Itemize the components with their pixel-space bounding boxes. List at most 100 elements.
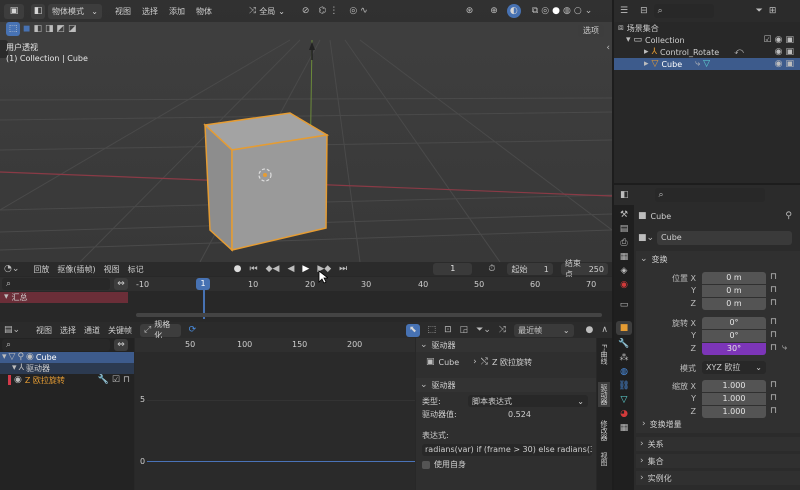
stopwatch-icon[interactable]: ⏱ [488,264,495,274]
scale-x-field[interactable]: 1.000 [702,380,766,392]
camera-icon[interactable]: ▣ [785,59,794,69]
object-tab-icon[interactable]: ■ [616,321,632,335]
render-tab-icon[interactable]: ▤ [620,225,629,234]
outliner-editor-icon[interactable]: ☰ [620,6,628,16]
driver-header[interactable]: ⌄ 驱动器 [416,378,596,392]
tab-modifiers[interactable]: 修改器 [599,420,609,441]
scale-z-field[interactable]: 1.000 [702,406,766,418]
lock-icon[interactable]: ⊓ [770,273,777,282]
new-collection-icon[interactable]: ⊞ [769,6,777,16]
camera-icon[interactable]: ▣ [785,35,794,45]
channel-row-z-rotation[interactable]: ◉ Z 欧拉旋转 🔧 ☑ ⊓ [0,374,134,386]
only-selected-icon[interactable]: ◲ [460,325,469,335]
outliner-row-cube[interactable]: ▸ ▽ Cube ⤷ ▽ ◉ ▣ [614,58,800,70]
rotation-z-field[interactable]: 30° [702,343,766,355]
location-y-field[interactable]: 0 m [702,285,766,297]
mode-dropdown[interactable]: 物体模式 ⌄ [48,3,102,19]
timeline-editor-icon[interactable]: ◔⌄ [4,264,19,274]
menu-marker[interactable]: 标记 [128,264,144,275]
select-extend-icon[interactable]: ◧ [33,24,42,34]
snap-icon[interactable]: ⌬ [318,6,326,16]
swap-icon[interactable]: ⇔ [114,278,128,290]
tab-view[interactable]: 视图 [599,452,609,466]
output-tab-icon[interactable]: ⎙ [620,239,627,248]
properties-editor-icon[interactable]: ◧ [620,190,629,200]
driven-property-header[interactable]: ⌄ 驱动器 [416,338,596,352]
wrench-icon[interactable]: 🔧 [98,375,109,385]
proportional-edit-icon[interactable]: ● [586,325,594,335]
select-intersect-icon[interactable]: ◪ [68,24,77,34]
rotation-x-field[interactable]: 0° [702,317,766,329]
outliner-row-scene[interactable]: ⧈ 场景集合 [614,22,800,34]
viewport[interactable]: ▣ ◧ 物体模式 ⌄ 视图 选择 添加 物体 ⤨ 全局 ⌄ ⊘ ⌬ ⋮ ◎ ∿ ⊛ … [0,0,612,262]
properties-search[interactable]: ⌕ [654,188,765,202]
collection-tab-icon[interactable]: ▭ [620,301,629,310]
lock-icon[interactable]: ⊓ [770,299,777,308]
display-mode-icon[interactable]: ⊟ [640,6,648,16]
recent-dropdown[interactable]: 最近帧 ⌄ [514,323,574,337]
shading-material-icon[interactable]: ◍ [563,6,571,16]
expand-icon[interactable]: ▸ [644,47,649,57]
menu-channel[interactable]: 通道 [84,325,100,336]
object-name-field[interactable]: Cube [657,231,792,245]
outliner-search[interactable]: ⌕ [653,4,714,18]
instancing-panel[interactable]: › 实例化 [636,471,800,485]
eye-icon[interactable]: ◉ [775,47,783,57]
xray-icon[interactable]: ⧉ [532,6,538,16]
rotation-y-field[interactable]: 0° [702,330,766,342]
menu-view[interactable]: 视图 [104,264,120,275]
start-frame-field[interactable]: 起始 1 [507,263,553,275]
options-dropdown[interactable]: 选项 [578,24,604,37]
lock-icon[interactable]: ⊓ [770,331,777,340]
refresh-icon[interactable]: ⟳ [189,325,197,335]
texture-tab-icon[interactable]: ▦ [620,424,629,433]
menu-select[interactable]: 选择 [142,6,158,17]
transform-header[interactable]: ⌄ 变换 [636,251,800,267]
drivers-editor-icon[interactable]: ▤⌄ [4,325,20,335]
lock-icon[interactable]: ⊓ [770,394,777,403]
collections-panel[interactable]: › 集合 [636,454,800,468]
outliner-row-control-rotate[interactable]: ▸ ⅄ Control_Rotate ⤺ ◉ ▣ [614,46,800,58]
data-tab-icon[interactable]: ▽ [621,396,628,405]
lock-icon[interactable]: ⊓ [770,407,777,416]
menu-view[interactable]: 视图 [115,6,131,17]
timeline-search[interactable]: ⌕ [2,278,110,290]
summary-row[interactable]: ▾ 汇总 [0,292,128,303]
tab-drivers[interactable]: 驱动器 [598,382,610,407]
jump-start-icon[interactable]: ⏮ [250,264,258,274]
pivot-icon[interactable]: ⊘ [302,6,310,16]
scale-y-field[interactable]: 1.000 [702,393,766,405]
box-select-icon[interactable]: ⬚ [428,325,437,335]
physics-tab-icon[interactable]: ◍ [620,368,628,377]
editor-type-icon[interactable]: ▣ [4,3,24,19]
overlay-icon[interactable]: ◐ [506,4,521,18]
timeline-scrollbar[interactable] [136,313,602,317]
current-frame-field[interactable]: 1 [433,263,473,275]
visibility-icon[interactable]: ⊛ [466,6,474,16]
lock-icon[interactable]: ⊓ [770,344,777,353]
expand-icon[interactable]: ▾ [626,35,631,45]
menu-playback[interactable]: 回放 [33,264,49,275]
view-layer-tab-icon[interactable]: ▦ [620,253,629,262]
expand-icon[interactable]: ▸ [644,59,649,69]
driver-graph[interactable]: 50 100 150 200 5 0 [135,338,415,490]
eye-icon[interactable]: ◉ [26,353,34,362]
shading-options-icon[interactable]: ⌄ [585,6,593,16]
modifier-tab-icon[interactable]: 🔧 [618,340,629,349]
tab-fcurve[interactable]: F-曲线 [599,344,609,365]
channel-row-object[interactable]: ▾ ▽ ⚲ ◉ Cube [0,352,134,363]
driver-type-dropdown[interactable]: 脚本表达式 ⌄ [468,395,588,407]
constraints-tab-icon[interactable]: ⛓ [618,382,629,391]
tool-settings-toggle-icon[interactable]: ‹ [606,44,610,53]
lock-icon[interactable]: ⊓ [770,286,777,295]
select-tool-icon[interactable]: ⬚ [6,22,20,36]
menu-object[interactable]: 物体 [196,6,212,17]
particles-tab-icon[interactable]: ⁂ [620,354,629,363]
shading-solid-icon[interactable]: ● [552,6,560,16]
channel-search[interactable]: ⌕ [2,339,110,351]
falloff-icon[interactable]: ∧ [601,325,608,335]
snap-settings-icon[interactable]: ⋮ [329,6,338,16]
menu-select[interactable]: 选择 [60,325,76,336]
gizmo-icon[interactable]: ⊕ [490,6,498,16]
rotation-mode-dropdown[interactable]: XYZ 欧拉 ⌄ [702,361,766,374]
